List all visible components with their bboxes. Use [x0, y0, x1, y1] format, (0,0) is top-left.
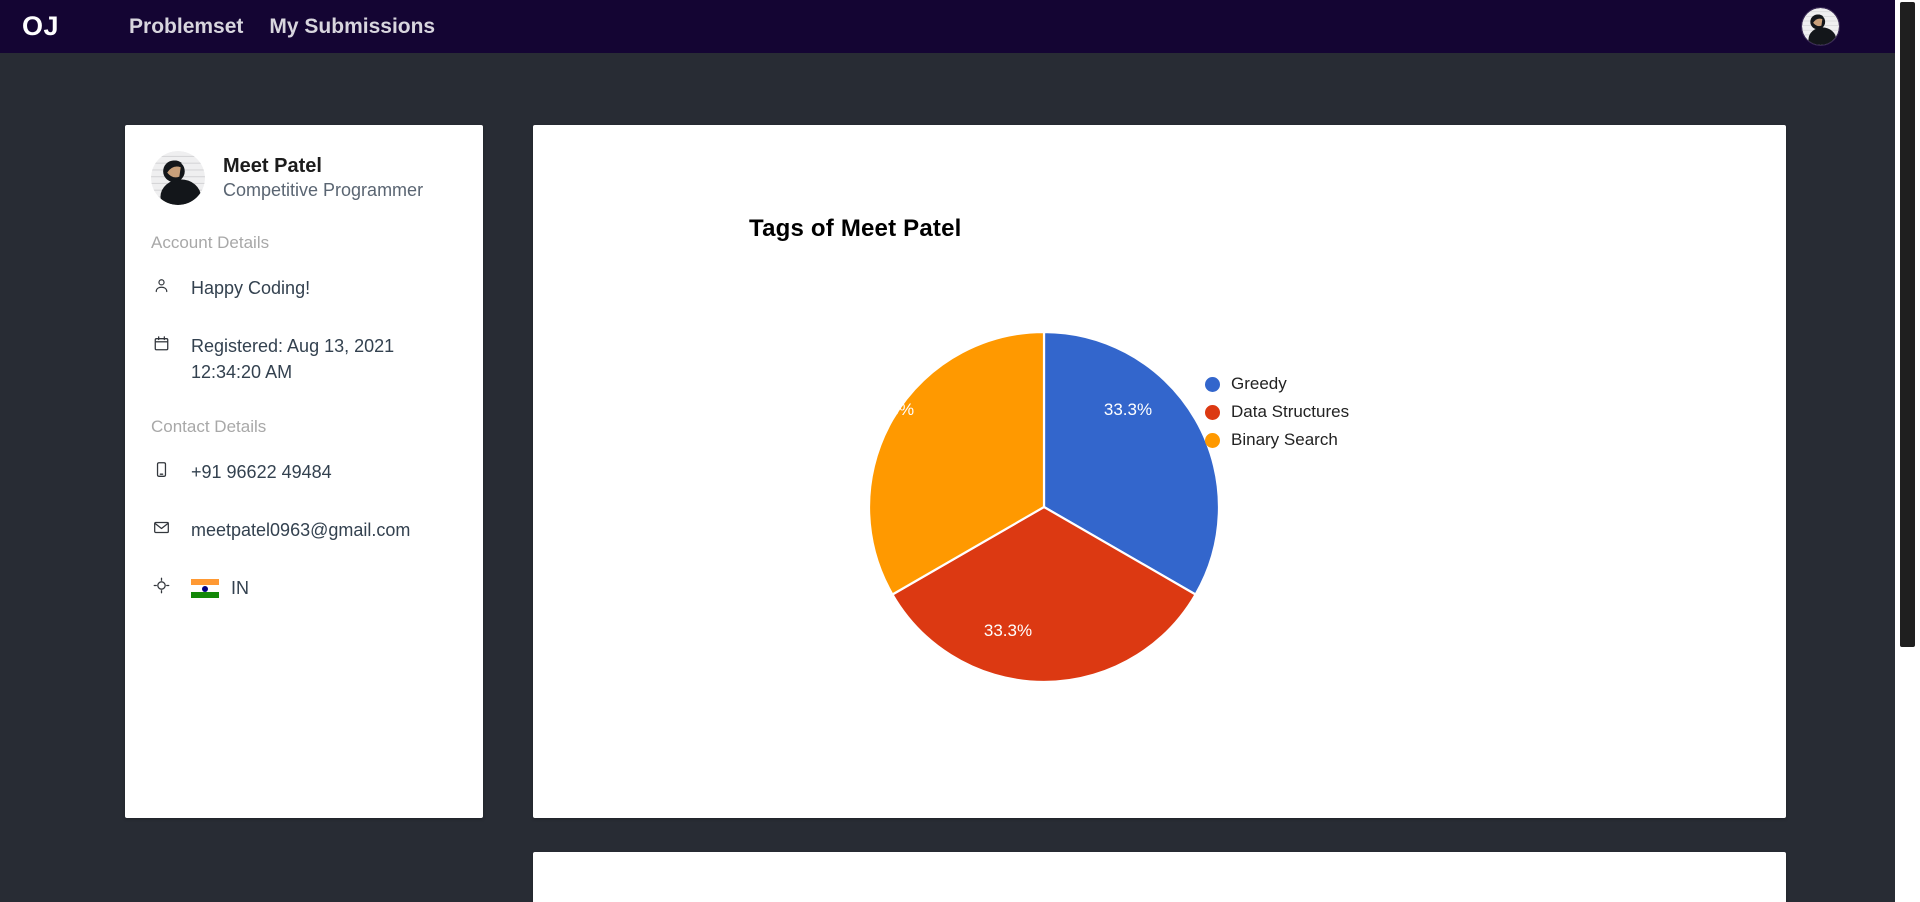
profile-role: Competitive Programmer: [223, 179, 424, 200]
info-row-bio: Happy Coding!: [151, 275, 457, 301]
legend-dot-greedy: [1205, 376, 1220, 392]
scrollbar-thumb[interactable]: [1900, 2, 1915, 647]
info-text-email: meetpatel0963@gmail.com: [191, 520, 411, 541]
page-root: OJ Problemset My Submissions Meet Patel …: [0, 0, 1920, 902]
page-scrollbar[interactable]: [1895, 0, 1920, 902]
section-label-account-details: Account Details: [151, 233, 270, 252]
pie-slices: [867, 330, 1221, 684]
info-text-country: IN: [231, 578, 249, 599]
page-content: Meet Patel Competitive Programmer Accoun…: [0, 53, 1895, 902]
legend-item-greedy[interactable]: Greedy: [1205, 374, 1349, 394]
profile-avatar: [151, 151, 205, 205]
info-text-registered: Registered: Aug 13, 2021 12:34:20 AM: [191, 336, 395, 383]
legend-label-binary-search: Binary Search: [1231, 430, 1338, 449]
legend-label-data-structures: Data Structures: [1231, 402, 1350, 421]
chart-legend: Greedy Data Structures Binary Search: [1205, 374, 1349, 450]
country-value: IN: [191, 575, 249, 601]
navbar-avatar[interactable]: [1801, 7, 1840, 46]
avatar-image: [1802, 8, 1839, 45]
pie-label-binary-search: 33.3%: [866, 400, 914, 419]
info-row-phone: +91 96622 49484: [151, 459, 457, 485]
secondary-card: [533, 852, 1786, 902]
profile-name: Meet Patel: [223, 154, 322, 177]
nav-link-problemset[interactable]: Problemset: [129, 15, 243, 39]
profile-header: Meet Patel Competitive Programmer: [151, 151, 457, 205]
legend-label-greedy: Greedy: [1231, 374, 1287, 393]
email-icon: [151, 517, 171, 539]
legend-dot-binary-search: [1205, 432, 1220, 448]
info-row-country: IN: [151, 575, 457, 601]
legend-item-data-structures[interactable]: Data Structures: [1205, 402, 1349, 422]
brand-logo[interactable]: OJ: [22, 11, 59, 42]
info-row-registered: Registered: Aug 13, 2021 12:34:20 AM: [151, 333, 457, 385]
info-row-email: meetpatel0963@gmail.com: [151, 517, 457, 543]
phone-icon: [151, 459, 171, 481]
calendar-icon: [151, 333, 171, 355]
pie-label-greedy: 33.3%: [1104, 400, 1152, 419]
pie-chart-svg[interactable]: 33.3% 33.3% 33.3%: [533, 125, 1786, 818]
profile-card: Meet Patel Competitive Programmer Accoun…: [125, 125, 483, 818]
location-icon: [151, 575, 171, 597]
person-icon: [151, 275, 171, 297]
tags-chart-card: Tags of Meet Patel 33.3% 33.3% 33.3% Gre…: [533, 125, 1786, 818]
section-label-contact-details: Contact Details: [151, 417, 267, 437]
india-flag-icon: [191, 579, 219, 598]
profile-identity: Meet Patel Competitive Programmer: [223, 154, 423, 202]
info-text-phone: +91 96622 49484: [191, 462, 332, 483]
legend-dot-data-structures: [1205, 404, 1220, 420]
nav-links: Problemset My Submissions: [129, 15, 435, 39]
top-navbar: OJ Problemset My Submissions: [0, 0, 1895, 53]
pie-label-data-structures: 33.3%: [984, 621, 1032, 640]
pie-chart: 33.3% 33.3% 33.3%: [533, 125, 1786, 818]
profile-avatar-image: [151, 151, 205, 205]
legend-item-binary-search[interactable]: Binary Search: [1205, 430, 1349, 450]
nav-link-my-submissions[interactable]: My Submissions: [269, 15, 435, 39]
info-text-bio: Happy Coding!: [191, 278, 311, 298]
